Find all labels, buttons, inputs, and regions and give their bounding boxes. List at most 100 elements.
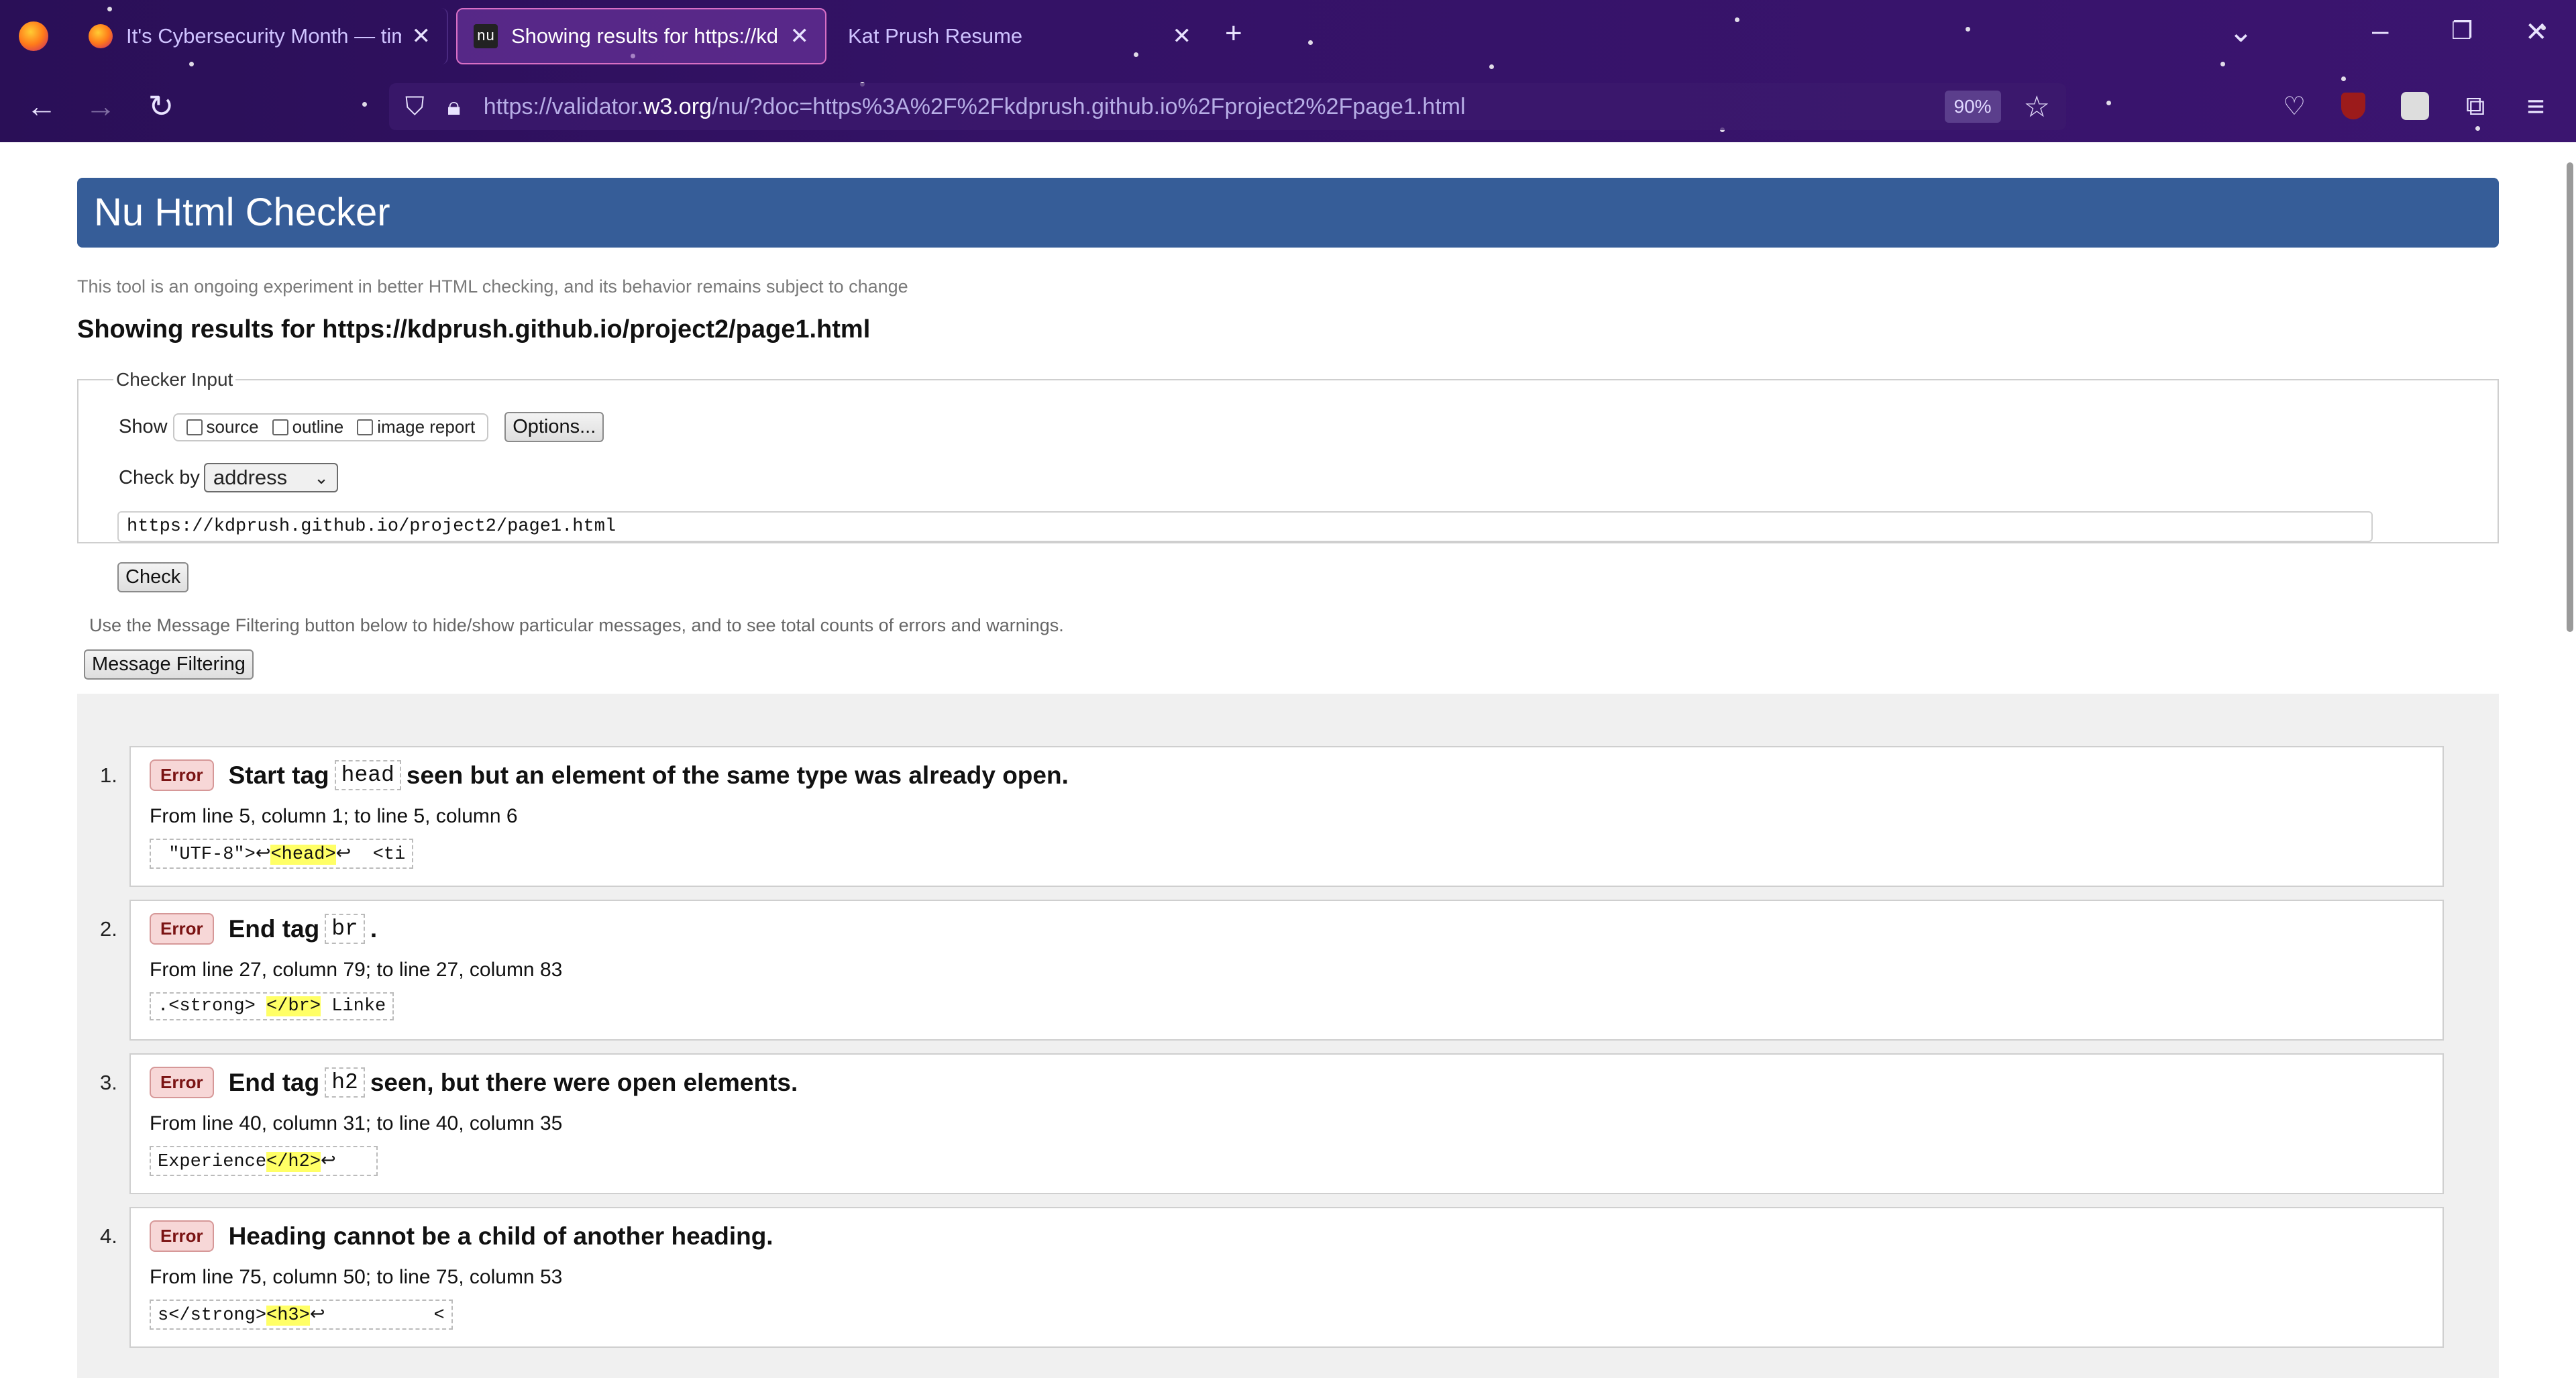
- back-arrow-icon[interactable]: ←: [21, 86, 62, 126]
- message-code: br: [325, 914, 365, 944]
- outline-checkbox[interactable]: [272, 419, 288, 435]
- message-text-post: seen but an element of the same type was…: [406, 761, 1069, 789]
- image-report-checkbox-label[interactable]: image report: [377, 417, 475, 437]
- extract-before: Experience: [158, 1152, 267, 1172]
- extension-mask-icon[interactable]: [2395, 86, 2435, 126]
- message-extract: s</strong><h3>↩ <: [150, 1300, 453, 1330]
- extract-after: Linke: [321, 996, 386, 1016]
- error-message: 2. Error End tag br . From line 27, colu…: [100, 900, 2444, 1041]
- tab-label: Kat Prush Resume: [848, 24, 1023, 48]
- check-by-label: Check by: [119, 466, 200, 488]
- list-tabs-chevron-icon[interactable]: ⌄: [2229, 17, 2253, 47]
- navigation-bar: ← → ↻ ⛉ 🔒︎ https://validator.w3.org/nu/?…: [0, 71, 2576, 142]
- extensions-puzzle-icon[interactable]: ⧉: [2455, 86, 2496, 126]
- extract-highlight: <h3>: [266, 1306, 310, 1326]
- options-button[interactable]: Options...: [504, 412, 604, 442]
- firefox-logo-icon[interactable]: [19, 21, 48, 51]
- error-message: 4. Error Heading cannot be a child of an…: [100, 1207, 2444, 1348]
- message-heading: Error End tag br .: [150, 913, 377, 945]
- message-text-post: seen, but there were open elements.: [370, 1068, 798, 1096]
- checker-input-fieldset: Checker Input Show source outline image …: [77, 369, 2499, 592]
- bookmark-star-icon[interactable]: ☆: [2024, 90, 2050, 124]
- message-text-pre: Start tag: [228, 761, 329, 789]
- reload-icon[interactable]: ↻: [141, 86, 181, 126]
- check-button[interactable]: Check: [117, 562, 189, 592]
- check-by-row: Check by address ⌄: [119, 463, 338, 492]
- lock-icon[interactable]: 🔒︎: [447, 93, 461, 121]
- browser-chrome: It's Cybersecurity Month — tim ✕ nu Show…: [0, 0, 2576, 142]
- tab-label: Showing results for https://kdp: [511, 24, 780, 48]
- message-text-pre: End tag: [228, 1068, 320, 1096]
- close-icon[interactable]: ✕: [790, 23, 810, 50]
- tagline: This tool is an ongoing experiment in be…: [77, 276, 908, 297]
- zoom-level-badge[interactable]: 90%: [1944, 91, 2001, 123]
- pocket-icon[interactable]: ♡: [2274, 86, 2314, 126]
- message-heading: Error End tag h2 seen, but there were op…: [150, 1067, 798, 1098]
- message-number: 4.: [100, 1224, 117, 1248]
- shield-icon[interactable]: ⛉: [405, 93, 425, 121]
- close-icon[interactable]: ✕: [1173, 23, 1192, 50]
- source-checkbox[interactable]: [186, 419, 203, 435]
- url-suffix: /nu/?doc=https%3A%2F%2Fkdprush.github.io…: [711, 93, 1466, 119]
- tab-cybersecurity[interactable]: It's Cybersecurity Month — tim ✕: [72, 8, 448, 64]
- message-code: head: [334, 760, 401, 790]
- extract-highlight: </h2>: [266, 1152, 321, 1172]
- menu-hamburger-icon[interactable]: ≡: [2516, 86, 2556, 126]
- extract-before: .<strong>: [158, 996, 267, 1016]
- restore-icon[interactable]: ❐: [2451, 19, 2473, 43]
- message-location: From line 5, column 1; to line 5, column…: [150, 805, 518, 827]
- close-icon[interactable]: ✕: [412, 23, 431, 50]
- error-badge: Error: [150, 913, 214, 945]
- message-location: From line 27, column 79; to line 27, col…: [150, 959, 563, 981]
- url-text[interactable]: https://validator.w3.org/nu/?doc=https%3…: [484, 94, 1945, 120]
- address-input[interactable]: https://kdprush.github.io/project2/page1…: [117, 511, 2373, 542]
- firefox-favicon-icon: [89, 24, 113, 48]
- show-row: Show source outline image report Options…: [119, 412, 604, 442]
- error-badge: Error: [150, 1220, 214, 1252]
- message-heading: Error Start tag head seen but an element…: [150, 759, 1069, 791]
- message-heading: Error Heading cannot be a child of anoth…: [150, 1220, 773, 1252]
- check-by-select[interactable]: address ⌄: [203, 463, 338, 492]
- extract-after: ↩ <: [309, 1306, 445, 1326]
- url-domain: w3.org: [643, 93, 712, 119]
- extract-highlight: </br>: [266, 996, 321, 1016]
- message-location: From line 40, column 31; to line 40, col…: [150, 1112, 563, 1134]
- minimize-icon[interactable]: –: [2372, 16, 2388, 46]
- new-tab-plus-icon[interactable]: +: [1225, 19, 1242, 48]
- message-number: 3.: [100, 1071, 117, 1094]
- page-title: Nu Html Checker: [94, 191, 390, 234]
- error-message: 1. Error Start tag head seen but an elem…: [100, 746, 2444, 887]
- message-text-post: .: [370, 914, 378, 943]
- ublock-origin-icon[interactable]: [2333, 86, 2373, 126]
- message-location: From line 75, column 50; to line 75, col…: [150, 1266, 563, 1288]
- image-report-checkbox[interactable]: [357, 419, 374, 435]
- tab-validator-results[interactable]: nu Showing results for https://kdp ✕: [456, 8, 826, 64]
- extract-after: ↩ <ti: [335, 845, 406, 865]
- show-label: Show: [119, 416, 168, 437]
- filter-hint-text: Use the Message Filtering button below t…: [89, 615, 1064, 635]
- extract-before: s</strong>: [158, 1306, 267, 1326]
- validator-page: Nu Html Checker This tool is an ongoing …: [0, 142, 2576, 1378]
- message-extract: Experience</h2>↩: [150, 1146, 378, 1176]
- message-extract: "UTF-8">↩<head>↩ <ti: [150, 839, 414, 869]
- results-heading: Showing results for https://kdprush.gith…: [77, 315, 871, 343]
- error-message: 3. Error End tag h2 seen, but there were…: [100, 1053, 2444, 1194]
- address-bar[interactable]: ⛉ 🔒︎ https://validator.w3.org/nu/?doc=ht…: [389, 83, 2066, 130]
- message-filtering-button[interactable]: Message Filtering: [84, 649, 254, 680]
- chevron-down-icon: ⌄: [314, 467, 329, 488]
- results-list: 1. Error Start tag head seen but an elem…: [77, 694, 2499, 1378]
- error-badge: Error: [150, 1067, 214, 1098]
- source-checkbox-label[interactable]: source: [207, 417, 259, 437]
- check-by-value: address: [213, 466, 288, 489]
- message-text-pre: End tag: [228, 914, 320, 943]
- page-banner: Nu Html Checker: [77, 178, 2499, 248]
- url-prefix: https://validator.: [483, 93, 643, 119]
- window-close-icon[interactable]: ✕: [2525, 19, 2548, 46]
- tab-resume[interactable]: Kat Prush Resume ✕: [832, 8, 1208, 64]
- extract-after: ↩: [321, 1152, 336, 1172]
- show-options-group: source outline image report: [172, 413, 489, 441]
- forward-arrow-icon[interactable]: →: [80, 86, 121, 126]
- page-scrollbar[interactable]: [2567, 162, 2573, 632]
- outline-checkbox-label[interactable]: outline: [292, 417, 344, 437]
- tab-bar: It's Cybersecurity Month — tim ✕ nu Show…: [0, 0, 2576, 71]
